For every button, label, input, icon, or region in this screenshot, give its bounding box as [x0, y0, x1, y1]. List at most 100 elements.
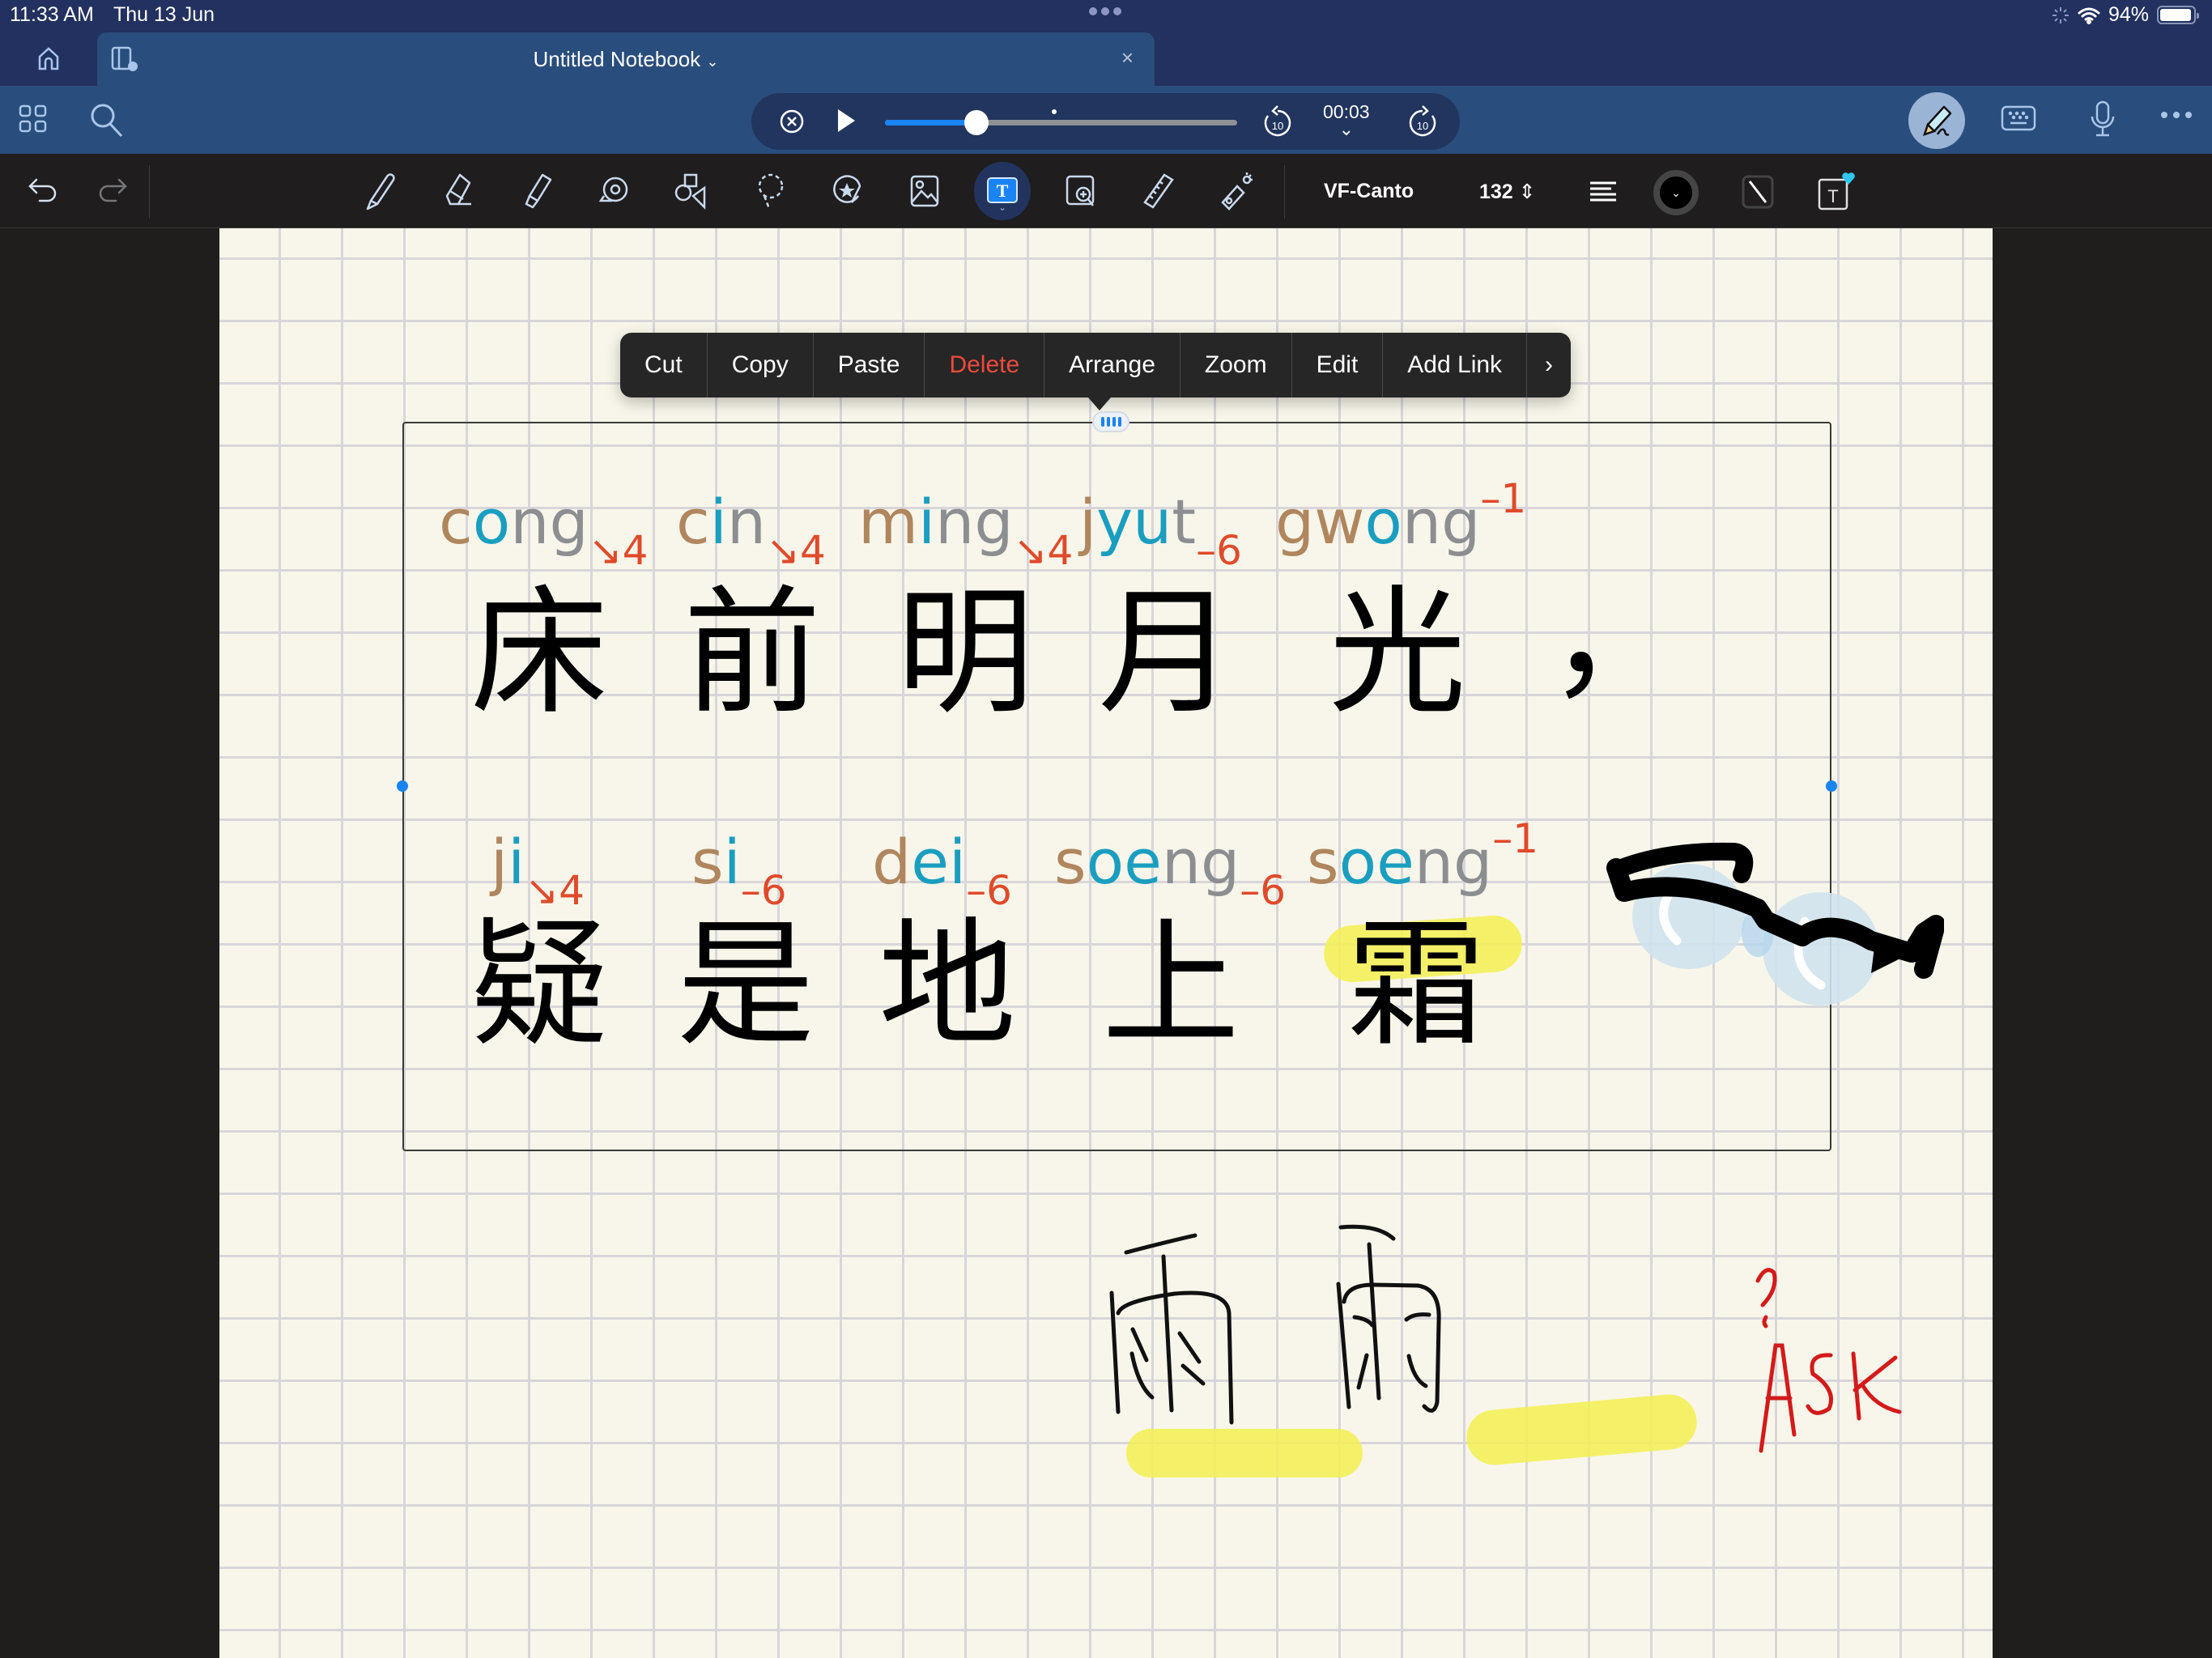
- battery-percent: 94%: [2108, 3, 2149, 26]
- notebook-page[interactable]: Cut Copy Paste Delete Arrange Zoom Edit …: [219, 228, 1993, 1658]
- hanzi-char: 前: [683, 573, 822, 733]
- menu-item-edit[interactable]: Edit: [1292, 333, 1384, 397]
- header-bar: 10 00:03 ⌄ 10: [0, 86, 2212, 154]
- tool-laser-pointer[interactable]: [1214, 170, 1257, 212]
- tool-tape[interactable]: [593, 170, 635, 212]
- status-right: 94%: [2052, 3, 2199, 27]
- handwritten-char: [1336, 1224, 1441, 1413]
- chevron-up-down-icon: ⇕: [1518, 181, 1536, 203]
- more-icon: [2161, 112, 2192, 118]
- playback-thumb[interactable]: [964, 110, 989, 135]
- undo-button[interactable]: [22, 170, 64, 212]
- battery-icon: [2157, 6, 2199, 24]
- wifi-icon: [2078, 7, 2100, 24]
- pencil-scribble-icon: [1923, 105, 1952, 136]
- punctuation-comma: ，: [1547, 557, 1686, 717]
- tool-image-search[interactable]: [1059, 170, 1101, 212]
- audio-player: 10 00:03 ⌄ 10: [751, 93, 1460, 150]
- jyutping-cong: cong↘4: [439, 486, 649, 574]
- tool-lasso[interactable]: [748, 170, 790, 212]
- hanzi-char: 疑: [470, 905, 609, 1065]
- jyutping-gwong: gwong–1: [1275, 475, 1527, 558]
- redo-button[interactable]: [91, 170, 134, 212]
- menu-item-paste[interactable]: Paste: [814, 333, 925, 397]
- home-icon: [38, 47, 59, 70]
- tool-image[interactable]: [904, 170, 946, 212]
- text-box-icon: T⌄: [987, 177, 1018, 210]
- text-color-button[interactable]: ⌄: [1653, 170, 1699, 215]
- tape-icon: [598, 176, 628, 202]
- menu-more-arrow[interactable]: ›: [1527, 333, 1571, 397]
- menu-item-delete[interactable]: Delete: [925, 333, 1045, 397]
- status-time: 11:33 AM: [10, 3, 94, 26]
- more-options-button[interactable]: [2160, 110, 2193, 120]
- microphone-button[interactable]: [2089, 100, 2116, 138]
- handwriting-mode-button[interactable]: [1908, 92, 1965, 149]
- menu-item-arrange[interactable]: Arrange: [1044, 333, 1180, 397]
- tool-stickers[interactable]: [826, 170, 868, 212]
- menu-item-cut[interactable]: Cut: [620, 333, 708, 397]
- status-date: Thu 13 Jun: [113, 3, 215, 26]
- menu-item-zoom[interactable]: Zoom: [1180, 333, 1292, 397]
- hanzi-char: 床: [470, 573, 609, 733]
- home-button[interactable]: [0, 32, 97, 86]
- svg-text:T: T: [997, 181, 1009, 201]
- pen-icon: [366, 173, 395, 210]
- tool-shapes[interactable]: [670, 170, 713, 212]
- search-button[interactable]: [89, 102, 125, 138]
- skip-forward-button[interactable]: 10: [1406, 104, 1439, 140]
- glasses-sticker[interactable]: [1604, 835, 1944, 1095]
- tool-pen[interactable]: [359, 170, 402, 212]
- menu-item-add-link[interactable]: Add Link: [1383, 333, 1528, 397]
- stop-recording-button[interactable]: [779, 108, 805, 134]
- text-style-favorites-button[interactable]: T: [1816, 170, 1858, 212]
- chevron-down-icon: ⌄: [1338, 119, 1354, 139]
- tool-highlighter[interactable]: [515, 170, 557, 212]
- jyutping-cin: cin↘4: [676, 486, 826, 574]
- grid-icon: [19, 104, 47, 133]
- close-circle-icon: [780, 109, 804, 134]
- menu-item-copy[interactable]: Copy: [708, 333, 814, 397]
- toolbar-divider: [149, 165, 150, 219]
- elapsed-time[interactable]: 00:03 ⌄: [1323, 101, 1370, 139]
- lasso-icon: [758, 173, 784, 210]
- multitasking-dots[interactable]: [1089, 7, 1121, 15]
- font-size-stepper[interactable]: 132 ⇕: [1479, 180, 1536, 204]
- svg-text:10: 10: [1417, 120, 1428, 132]
- text-align-button[interactable]: [1582, 170, 1624, 212]
- hanzi-char: 光: [1329, 573, 1467, 733]
- font-picker[interactable]: VF-Canto: [1324, 180, 1414, 203]
- context-menu: Cut Copy Paste Delete Arrange Zoom Edit …: [620, 333, 1572, 410]
- keyboard-button[interactable]: [2001, 105, 2036, 131]
- resize-handle-left[interactable]: [397, 780, 408, 792]
- image-search-icon: [1066, 175, 1095, 206]
- grid-view-button[interactable]: [18, 104, 49, 134]
- tool-eraser[interactable]: [437, 170, 479, 212]
- play-button[interactable]: [836, 108, 857, 134]
- hanzi-char: 是: [677, 905, 815, 1065]
- line-style-button[interactable]: [1737, 170, 1779, 212]
- tone-mark: ↘4: [1013, 527, 1074, 574]
- text-box-drag-handle[interactable]: [1092, 411, 1129, 432]
- text-style-heart-icon: T: [1818, 172, 1855, 210]
- svg-text:10: 10: [1272, 120, 1283, 132]
- playback-slider[interactable]: [885, 110, 1237, 135]
- hanzi-char: 上: [1102, 905, 1240, 1065]
- tool-ruler[interactable]: [1137, 170, 1179, 212]
- skip-back-10-icon: 10: [1264, 105, 1291, 137]
- notebook-tab[interactable]: Untitled Notebook ⌄ ×: [97, 32, 1155, 86]
- hanzi-char: 地: [878, 905, 1017, 1065]
- notebook-title[interactable]: Untitled Notebook ⌄: [97, 47, 1155, 72]
- letter-s: [1806, 1353, 1833, 1415]
- skip-back-button[interactable]: 10: [1261, 104, 1294, 140]
- red-handwritten-note: [1755, 1268, 1902, 1453]
- tool-text[interactable]: T ⌄: [974, 162, 1031, 220]
- resize-handle-right[interactable]: [1826, 780, 1837, 792]
- close-tab-button[interactable]: ×: [1121, 45, 1134, 70]
- handwritten-char: [1109, 1233, 1234, 1425]
- playback-progress: [885, 120, 977, 125]
- jyutping-jyut: jyut–6: [1079, 486, 1242, 574]
- tone-mark: –1: [1492, 815, 1539, 862]
- hanzi-char: 月: [1098, 573, 1236, 733]
- tone-mark: –1: [1480, 475, 1527, 522]
